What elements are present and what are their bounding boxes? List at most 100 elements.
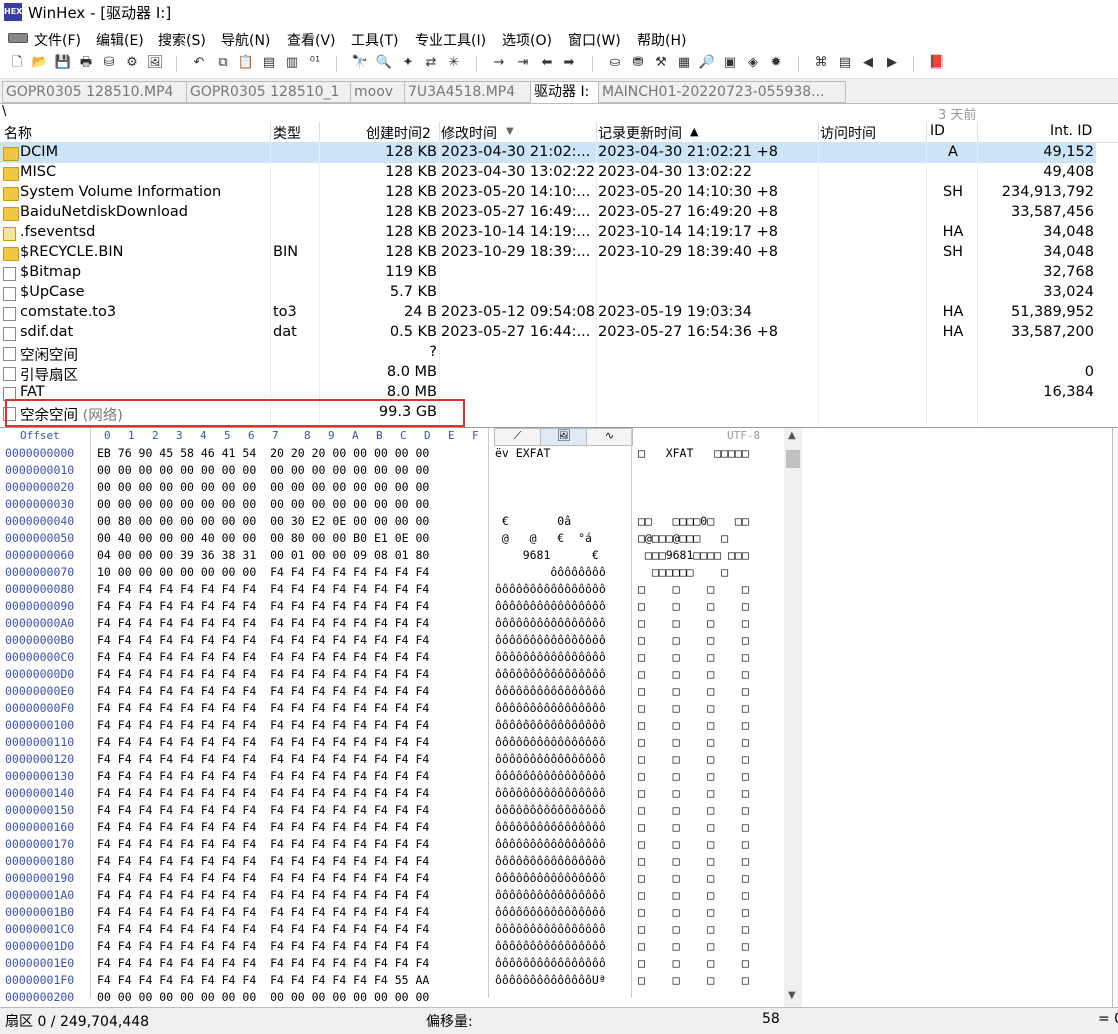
file-row[interactable]: BaiduNetdiskDownload 128 KB 2023-05-27 1… xyxy=(0,203,1096,223)
disk-tools-icon[interactable]: ⚒ xyxy=(652,54,670,72)
search-icon[interactable]: 🔎 xyxy=(698,54,716,72)
menu-help[interactable]: 帮助(H) xyxy=(637,30,686,50)
hex-utf8: □□ □□□□0□ □□ xyxy=(638,514,749,528)
goto-sector-icon[interactable]: ⇥ xyxy=(514,54,532,72)
menu-specialist-tools[interactable]: 专业工具(I) xyxy=(415,30,486,50)
scroll-thumb[interactable] xyxy=(786,450,800,468)
copy-icon[interactable]: ⧉ xyxy=(214,54,232,72)
disk-icon[interactable]: ⛀ xyxy=(606,54,624,72)
file-row[interactable]: comstate.to3 to3 24 B 2023-05-12 09:54:0… xyxy=(0,303,1096,323)
file-row[interactable]: sdif.dat dat 0.5 KB 2023-05-27 16:44:...… xyxy=(0,323,1096,343)
column-header-row: 名称 类型 创建时间2 修改时间 ▼ 记录更新时间 ▲ 访问时间 ID Int.… xyxy=(0,122,1118,143)
scroll-up-icon[interactable]: ▲ xyxy=(788,430,796,441)
menu-tools[interactable]: 工具(T) xyxy=(351,30,398,50)
wave-tab[interactable]: ∿ xyxy=(586,428,633,446)
edit-mode-tab[interactable]: ⟋ xyxy=(494,428,541,446)
file-icon xyxy=(3,347,16,361)
menu-view[interactable]: 查看(V) xyxy=(287,30,336,50)
template-icon[interactable]: ▤ xyxy=(836,54,854,72)
ram-icon[interactable]: ▦ xyxy=(675,54,693,72)
calculator-icon[interactable]: ▣ xyxy=(721,54,739,72)
hex-bytes: 00 00 00 00 00 00 00 00 00 00 00 00 00 0… xyxy=(97,463,430,477)
offset-label: Offset xyxy=(20,429,60,442)
find-hex-icon[interactable]: 🔍 xyxy=(375,54,393,72)
binary-icon[interactable]: ⁰¹ xyxy=(306,54,324,72)
scroll-down-icon[interactable]: ▼ xyxy=(788,990,796,1001)
file-row[interactable]: System Volume Information 128 KB 2023-05… xyxy=(0,183,1096,203)
drive-icon[interactable] xyxy=(8,33,28,43)
tab-moov[interactable]: moov xyxy=(350,81,406,103)
open-file-icon[interactable]: 📂 xyxy=(31,54,49,72)
goto-offset-icon[interactable]: → xyxy=(490,54,508,72)
print-icon[interactable]: 🖶 xyxy=(77,54,95,72)
file-row[interactable]: MISC 128 KB 2023-04-30 13:02:22 2023-04-… xyxy=(0,163,1096,183)
menu-file[interactable]: 文件(F) xyxy=(34,30,81,50)
tab-mainch01[interactable]: MAINCH01-20220723-055938... xyxy=(598,81,846,103)
structure-icon[interactable]: ⌘ xyxy=(812,54,830,72)
tab-gopr0305-mp4[interactable]: GOPR0305 128510.MP4 xyxy=(2,81,188,103)
clipboard-icon[interactable]: ▥ xyxy=(283,54,301,72)
forward-icon[interactable]: ➡ xyxy=(560,54,578,72)
encoding-label: UTF-8 xyxy=(727,429,761,442)
col-record-updated[interactable]: 记录更新时间 xyxy=(598,123,682,143)
menu-edit[interactable]: 编辑(E) xyxy=(96,30,144,50)
hex-bytes: F4 F4 F4 F4 F4 F4 F4 F4 F4 F4 F4 F4 F4 F… xyxy=(97,633,430,647)
hex-search-icon[interactable]: ✳ xyxy=(445,54,463,72)
hex-bytes: F4 F4 F4 F4 F4 F4 F4 F4 F4 F4 F4 F4 F4 F… xyxy=(97,786,430,800)
col-size[interactable]: 创建时间2 xyxy=(366,123,431,143)
tab-gopr0305-1[interactable]: GOPR0305 128510_1 xyxy=(186,81,352,103)
tab-7u3a4518[interactable]: 7U3A4518.MP4 xyxy=(404,81,532,103)
file-row[interactable]: 引导扇区 8.0 MB 0 xyxy=(0,363,1096,384)
save-icon[interactable]: 💾 xyxy=(54,54,72,72)
col-id[interactable]: ID xyxy=(930,123,945,139)
properties-icon[interactable]: ⚙ xyxy=(123,54,141,72)
col-int-id[interactable]: Int. ID xyxy=(1050,123,1092,139)
file-row[interactable]: .fseventsd 128 KB 2023-10-14 14:19:... 2… xyxy=(0,223,1096,243)
menu-window[interactable]: 窗口(W) xyxy=(568,30,621,50)
sort-desc-icon: ▼ xyxy=(506,126,514,137)
back-icon[interactable]: ⬅ xyxy=(538,54,556,72)
new-file-icon[interactable]: 🗋 xyxy=(8,54,26,72)
hex-offset: 0000000040 xyxy=(5,514,75,528)
winhex-app-icon: HEX xyxy=(4,3,22,21)
hex-bytes: F4 F4 F4 F4 F4 F4 F4 F4 F4 F4 F4 F4 F4 F… xyxy=(97,650,430,664)
hex-offset: 0000000070 xyxy=(5,565,75,579)
col-name[interactable]: 名称 xyxy=(4,123,32,143)
picture-tab[interactable]: 🖼 xyxy=(540,428,587,446)
disk-stack-icon[interactable]: ⛃ xyxy=(629,54,647,72)
replace-text-icon[interactable]: ⇄ xyxy=(422,54,440,72)
hex-utf8: □ □ □ □ xyxy=(638,616,749,630)
paste-block-icon[interactable]: ▤ xyxy=(260,54,278,72)
recover-icon[interactable]: ◈ xyxy=(744,54,762,72)
file-row[interactable]: 空闲空间 ? xyxy=(0,343,1096,364)
col-modified[interactable]: 修改时间 xyxy=(441,123,497,143)
file-row[interactable]: $RECYCLE.BIN BIN 128 KB 2023-10-29 18:39… xyxy=(0,243,1096,263)
file-row[interactable]: $Bitmap 119 KB 32,768 xyxy=(0,263,1096,283)
hex-utf8: □ □ □ □ xyxy=(638,786,749,800)
find-text-icon[interactable]: 🔭 xyxy=(351,54,369,72)
hex-text: ôôôôôôôôôôôôôôôô xyxy=(495,888,606,902)
toolbar-separator xyxy=(476,56,477,72)
hex-offset: 0000000200 xyxy=(5,990,75,1004)
hex-scrollbar[interactable]: ▲ ▼ xyxy=(784,428,802,1008)
drive-open-icon[interactable]: ⛁ xyxy=(100,54,118,72)
replace-hex-icon[interactable]: ✦ xyxy=(399,54,417,72)
undo-icon[interactable]: ↶ xyxy=(190,54,208,72)
file-row[interactable]: $UpCase 5.7 KB 33,024 xyxy=(0,283,1096,303)
col-type[interactable]: 类型 xyxy=(273,123,301,143)
file-row[interactable]: DCIM 128 KB 2023-04-30 21:02:... 2023-04… xyxy=(0,143,1096,163)
gear-icon[interactable]: ✹ xyxy=(767,54,785,72)
prev-icon[interactable]: ◀ xyxy=(859,54,877,72)
col-accessed[interactable]: 访问时间 xyxy=(820,123,876,143)
hex-offset: 00000001E0 xyxy=(5,956,75,970)
next-icon[interactable]: ▶ xyxy=(883,54,901,72)
paste-icon[interactable]: 📋 xyxy=(237,54,255,72)
tab-drive-i[interactable]: 驱动器 I: xyxy=(530,81,600,103)
book-icon[interactable]: 📕 xyxy=(928,54,946,72)
menu-options[interactable]: 选项(O) xyxy=(502,30,552,50)
menu-search[interactable]: 搜索(S) xyxy=(158,30,206,50)
hex-bytes: F4 F4 F4 F4 F4 F4 F4 F4 F4 F4 F4 F4 F4 F… xyxy=(97,854,430,868)
menu-navigate[interactable]: 导航(N) xyxy=(221,30,270,50)
hex-bytes: 10 00 00 00 00 00 00 00 F4 F4 F4 F4 F4 F… xyxy=(97,565,430,579)
image-icon[interactable]: 🖼 xyxy=(146,54,164,72)
